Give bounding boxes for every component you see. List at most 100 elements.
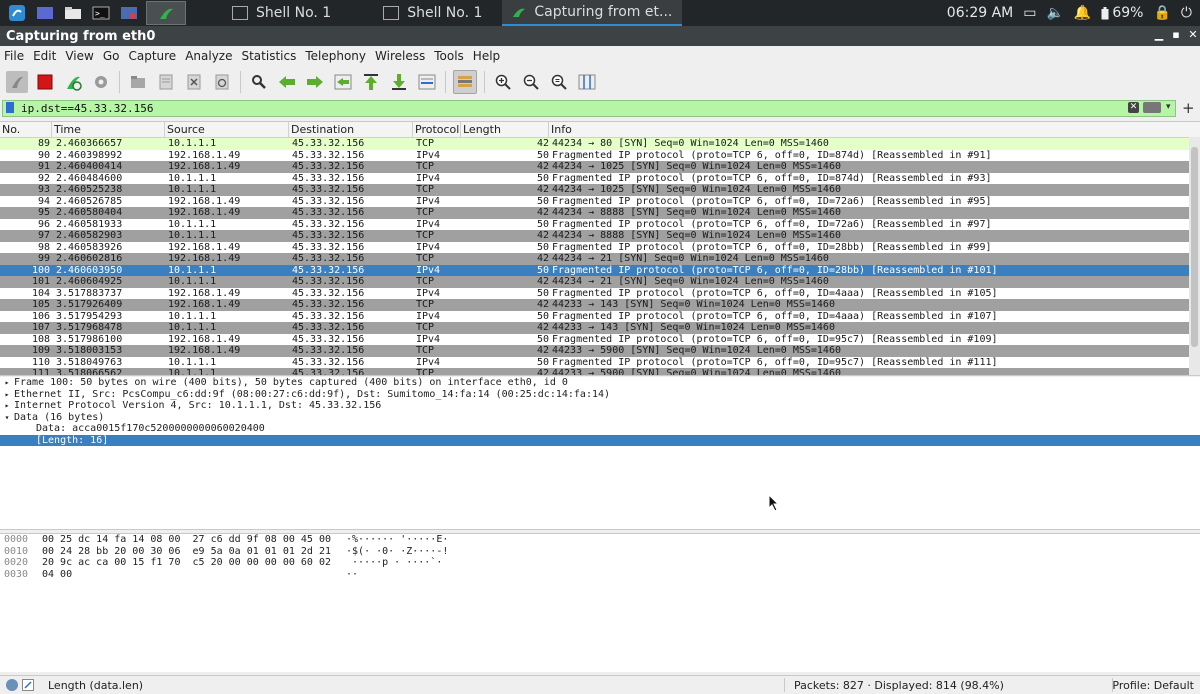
edit-comment-icon[interactable] — [22, 679, 34, 691]
menu-go[interactable]: Go — [103, 49, 120, 63]
packet-row[interactable]: 95 2.460580404 192.168.1.49 45.33.32.156 TCP… — [0, 207, 1200, 219]
bookmark-icon[interactable] — [6, 102, 14, 113]
hex-ascii[interactable]: ·· — [340, 569, 358, 581]
packet-row[interactable]: 89 2.460366657 10.1.1.1 45.33.32.156 TCP 42 44… — [0, 138, 1200, 150]
zoom-reset-icon[interactable] — [548, 71, 570, 93]
packet-row[interactable]: 104 3.517883737 192.168.1.49 45.33.32.156 IP… — [0, 287, 1200, 299]
hex-bytes[interactable]: 00 24 28 bb 20 00 30 06 e9 5a 0a 01 01 0… — [42, 546, 340, 558]
menu-wireless[interactable]: Wireless — [375, 49, 425, 63]
open-file-icon[interactable] — [127, 71, 149, 93]
clock[interactable]: 06:29 AM — [947, 5, 1013, 21]
apply-filter-icon[interactable] — [1143, 102, 1161, 113]
expand-arrow-icon[interactable]: ▸ — [0, 377, 14, 389]
menu-tools[interactable]: Tools — [434, 49, 464, 63]
file-manager-icon[interactable] — [62, 4, 84, 22]
display-icon[interactable]: ▭ — [1023, 5, 1036, 21]
packet-row[interactable]: 109 3.518003153 192.168.1.49 45.33.32.156 TC… — [0, 345, 1200, 357]
task-wireshark[interactable]: Capturing from et... — [502, 0, 683, 26]
packet-row[interactable]: 99 2.460602816 192.168.1.49 45.33.32.156 TCP… — [0, 253, 1200, 265]
column-header-destination[interactable]: Destination — [289, 122, 413, 137]
go-to-packet-icon[interactable] — [332, 71, 354, 93]
power-icon[interactable]: ⏻ — [1181, 5, 1192, 21]
app-menu-icon[interactable] — [6, 4, 28, 22]
go-last-packet-icon[interactable] — [388, 71, 410, 93]
stop-capture-icon[interactable] — [34, 71, 56, 93]
zoom-out-icon[interactable] — [520, 71, 542, 93]
battery-icon[interactable]: 69% — [1101, 5, 1143, 21]
hex-bytes[interactable]: 04 00 — [42, 569, 340, 581]
detail-row[interactable]: ▾ Data (16 bytes) — [0, 412, 1200, 424]
screen-recorder-icon[interactable] — [118, 4, 140, 22]
packet-row[interactable]: 94 2.460526785 192.168.1.49 45.33.32.156 IPv… — [0, 195, 1200, 207]
packet-list-scrollbar[interactable] — [1189, 137, 1200, 375]
maximize-icon[interactable]: ▪ — [1169, 28, 1183, 42]
start-capture-icon[interactable] — [6, 71, 28, 93]
packet-row[interactable]: 96 2.460581933 10.1.1.1 45.33.32.156 IPv4 50 F… — [0, 218, 1200, 230]
column-header-protocol[interactable]: Protocol — [413, 122, 461, 137]
close-file-icon[interactable] — [183, 71, 205, 93]
packet-row[interactable]: 101 2.460604925 10.1.1.1 45.33.32.156 TCP 42 4… — [0, 276, 1200, 288]
detail-row[interactable]: ▸ Frame 100: 50 bytes on wire (400 bits),… — [0, 377, 1200, 389]
restart-capture-icon[interactable] — [62, 71, 84, 93]
column-header-no[interactable]: No. — [0, 122, 52, 137]
hex-bytes[interactable]: 00 25 dc 14 fa 14 08 00 27 c6 dd 9f 08 0… — [42, 534, 340, 546]
packet-row[interactable]: 98 2.460583926 192.168.1.49 45.33.32.156 IPv… — [0, 241, 1200, 253]
packet-row[interactable]: 90 2.460398992 192.168.1.49 45.33.32.156 IPv… — [0, 149, 1200, 161]
column-header-source[interactable]: Source — [165, 122, 289, 137]
packet-row[interactable]: 92 2.460484600 10.1.1.1 45.33.32.156 IPv4 50 F… — [0, 172, 1200, 184]
menu-telephony[interactable]: Telephony — [305, 49, 366, 63]
find-packet-icon[interactable] — [248, 71, 270, 93]
task-shell-2[interactable]: Shell No. 1 — [373, 0, 492, 26]
detail-row[interactable]: ▸ Internet Protocol Version 4, Src: 10.1.… — [0, 400, 1200, 412]
lock-icon[interactable]: 🔒 — [1153, 5, 1170, 21]
packet-row[interactable]: 111 3.518066562 10.1.1.1 45.33.32.156 TCP 42 4… — [0, 368, 1200, 375]
clear-filter-icon[interactable]: ✕ — [1128, 102, 1139, 113]
hex-bytes[interactable]: 20 9c ac ca 00 15 f1 70 c5 20 00 00 00 0… — [42, 557, 340, 569]
packet-row[interactable]: 97 2.460582903 10.1.1.1 45.33.32.156 TCP 42 44… — [0, 230, 1200, 242]
packet-row[interactable]: 91 2.460400414 192.168.1.49 45.33.32.156 TCP… — [0, 161, 1200, 173]
capture-options-icon[interactable] — [90, 71, 112, 93]
packet-row[interactable]: 108 3.517986100 192.168.1.49 45.33.32.156 IP… — [0, 333, 1200, 345]
detail-row[interactable]: Data: acca0015f170c5200000000060020400 — [0, 423, 1200, 435]
column-header-length[interactable]: Length — [461, 122, 549, 137]
chevron-down-icon[interactable]: ▾ — [1166, 102, 1171, 112]
packet-row[interactable]: 105 3.517926409 192.168.1.49 45.33.32.156 TC… — [0, 299, 1200, 311]
bell-icon[interactable]: 🔔 — [1074, 5, 1091, 21]
volume-icon[interactable]: 🔈 — [1046, 5, 1063, 21]
hex-ascii[interactable]: ·%······ '·····E· — [340, 534, 448, 546]
detail-row[interactable]: ▸ Ethernet II, Src: PcsCompu_c6:dd:9f (08… — [0, 389, 1200, 401]
detail-row[interactable]: [Length: 16] — [0, 434, 1200, 446]
task-shell-1[interactable]: Shell No. 1 — [222, 0, 341, 26]
zoom-in-icon[interactable] — [492, 71, 514, 93]
scrollbar-thumb[interactable] — [1191, 147, 1198, 347]
expert-info-icon[interactable] — [6, 679, 18, 691]
autoscroll-icon[interactable] — [416, 71, 438, 93]
go-first-packet-icon[interactable] — [360, 71, 382, 93]
hex-ascii[interactable]: ·$(· ·0· ·Z····-! — [340, 546, 448, 558]
packet-row[interactable]: 100 2.460603950 10.1.1.1 45.33.32.156 IPv4 50… — [0, 264, 1200, 276]
expand-arrow-icon[interactable]: ▾ — [0, 412, 14, 424]
column-header-info[interactable]: Info — [549, 122, 1200, 137]
display-filter-input[interactable]: ip.dst==45.33.32.156 — [2, 100, 1176, 117]
terminal-icon[interactable]: >_ — [90, 4, 112, 22]
menu-help[interactable]: Help — [473, 49, 500, 63]
go-back-icon[interactable] — [276, 71, 298, 93]
packet-row[interactable]: 110 3.518049763 10.1.1.1 45.33.32.156 IPv4 50… — [0, 356, 1200, 368]
menu-analyze[interactable]: Analyze — [185, 49, 232, 63]
packet-row[interactable]: 93 2.460525238 10.1.1.1 45.33.32.156 TCP 42 44… — [0, 184, 1200, 196]
menu-statistics[interactable]: Statistics — [241, 49, 296, 63]
menu-edit[interactable]: Edit — [33, 49, 56, 63]
status-profile[interactable]: Profile: Default — [1112, 679, 1194, 692]
reload-file-icon[interactable] — [211, 71, 233, 93]
wireshark-launcher-icon[interactable] — [146, 1, 186, 25]
minimize-icon[interactable]: ▁ — [1152, 28, 1166, 42]
save-file-icon[interactable] — [155, 71, 177, 93]
expand-arrow-icon[interactable]: ▸ — [0, 400, 14, 412]
column-header-time[interactable]: Time — [52, 122, 165, 137]
add-filter-button-icon[interactable]: + — [1182, 99, 1195, 117]
colorize-icon[interactable] — [453, 70, 477, 94]
hex-ascii[interactable]: ·····p · ····`· — [340, 557, 442, 569]
menu-view[interactable]: View — [65, 49, 93, 63]
expand-arrow-icon[interactable]: ▸ — [0, 389, 14, 401]
desktop-icon[interactable] — [34, 4, 56, 22]
